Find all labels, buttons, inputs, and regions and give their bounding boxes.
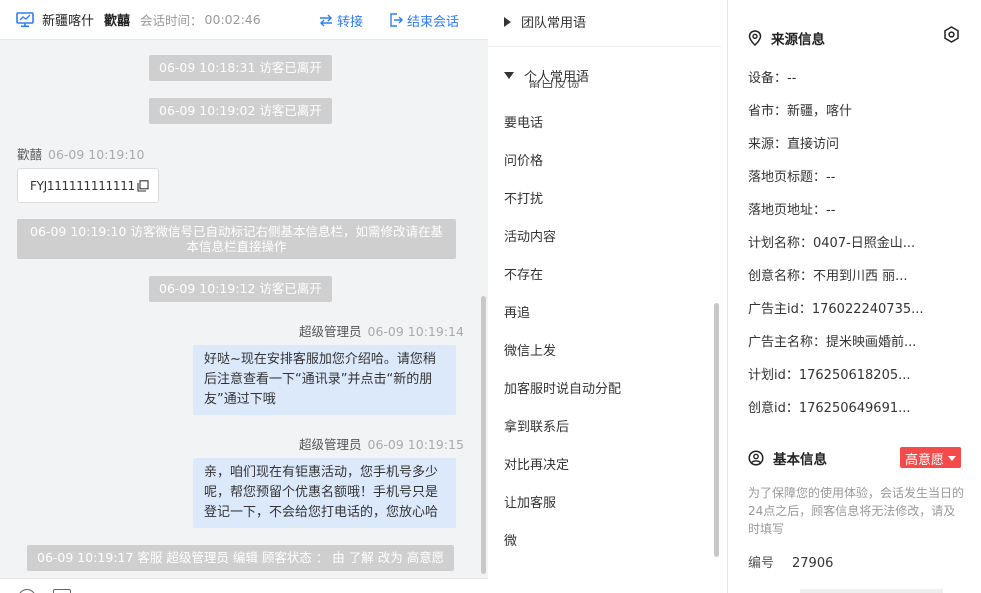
location-pin-icon <box>748 30 762 46</box>
phrase-item[interactable]: 再追 <box>504 302 530 321</box>
message-sender: 超级管理员 06-09 10:19:14 <box>299 321 464 340</box>
phrase-item[interactable]: 不存在 <box>504 264 543 283</box>
team-phrases-group[interactable]: 团队常用语 <box>504 12 586 31</box>
serial-value: 27906 <box>792 556 834 571</box>
group-label: 个人常用语 <box>524 70 590 85</box>
exit-icon <box>390 13 403 27</box>
phrase-item[interactable]: 问价格 <box>504 150 543 169</box>
monitor-icon <box>16 11 34 28</box>
intent-status-dropdown[interactable]: 高意愿 <box>900 447 962 468</box>
source-info-title: 来源信息 <box>748 28 825 48</box>
wechat-id-message[interactable]: FYJ111111111111 <box>17 168 159 203</box>
info-creative-id: 创意id：176250649691... <box>748 401 911 416</box>
quick-phrases-panel: 团队常用语 留白反馈 个人常用语 要电话 问价格 不打扰 活动内容 不存在 再追… <box>488 0 728 593</box>
phrase-item[interactable]: 微信上发 <box>504 340 556 359</box>
info-plan-id: 计划id：176250618205... <box>748 368 911 383</box>
chat-toolbar <box>0 578 488 593</box>
message-line: 呢，帮您预留个优惠名额哦！手机号只是 <box>204 485 439 500</box>
wechat-id-text: FYJ111111111111 <box>30 178 135 193</box>
emoji-icon[interactable] <box>18 589 36 593</box>
info-source: 来源：直接访问 <box>748 137 840 152</box>
sender-name: 歡囍 <box>17 147 43 162</box>
section-label: 基本信息 <box>773 452 827 468</box>
chat-panel: 新疆喀什 歡囍 会话时间： 00:02:46 转接 结束会话 06-09 10:… <box>0 0 488 593</box>
phrase-item[interactable]: 不打扰 <box>504 188 543 207</box>
end-session-button[interactable]: 结束会话 <box>389 0 459 40</box>
edit-deadline-note: 为了保障您的使用体验，会话发生当日的24点之后，顾客信息将无法修改，请及时填写 <box>748 486 965 536</box>
agent-message-bubble: 好哒~现在安排客服加您介绍哈。请您稍 后注意查看一下“通讯录”并点击“新的朋 友… <box>193 345 456 415</box>
copy-icon[interactable] <box>137 179 149 192</box>
phrase-item[interactable]: 让加客服 <box>504 492 556 511</box>
system-message: 06-09 10:18:31 访客已离开 <box>149 55 332 81</box>
info-plan-name: 计划名称：0407-日照金山... <box>748 236 916 251</box>
message-line: 亲，咱们现在有钜惠活动，您手机号多少 <box>204 465 439 480</box>
caret-down-icon <box>948 455 957 461</box>
message-line: 好哒~现在安排客服加您介绍哈。请您稍 <box>204 352 436 367</box>
end-session-label: 结束会话 <box>407 14 460 30</box>
chat-header: 新疆喀什 歡囍 会话时间： 00:02:46 转接 结束会话 <box>0 0 488 40</box>
personal-phrases-group[interactable]: 个人常用语 <box>504 66 589 85</box>
phrases-scrollbar[interactable] <box>714 303 719 557</box>
group-label: 团队常用语 <box>521 16 587 31</box>
phrase-item[interactable]: 拿到联系后 <box>504 416 569 435</box>
message-line: 登记一下，不会给您打电话的，您放心哈 <box>204 505 439 520</box>
intent-status-label: 高意愿 <box>905 452 945 468</box>
sender-name: 超级管理员 <box>299 324 362 339</box>
info-advertiser-name: 广告主名称：提米映画婚前... <box>748 335 917 350</box>
session-time: 00:02:46 <box>204 12 261 27</box>
system-message: 06-09 10:19:12 访客已离开 <box>149 276 332 302</box>
system-message: 06-09 10:19:02 访客已离开 <box>149 98 332 124</box>
info-province-city: 省市：新疆，喀什 <box>748 104 853 119</box>
message-sender: 超级管理员 06-09 10:19:15 <box>299 434 464 453</box>
basic-info-title: 基本信息 <box>748 448 827 468</box>
visitor-region: 新疆喀什 <box>42 14 95 29</box>
phrase-item[interactable]: 活动内容 <box>504 226 556 245</box>
system-message: 06-09 10:19:17 客服 超级管理员 编辑 顾客状态 ： 由 了解 改… <box>27 545 455 571</box>
transfer-button[interactable]: 转接 <box>319 0 363 40</box>
phrase-item[interactable]: 要电话 <box>504 112 543 131</box>
session-time-label: 会话时间： <box>140 13 203 28</box>
system-message: 06-09 10:19:10 访客微信号已自动标记右侧基本信息栏，如需修改请在基… <box>17 219 456 259</box>
caret-right-icon <box>504 16 511 27</box>
visitor-info-panel: 来源信息 设备：-- 省市：新疆，喀什 来源：直接访问 落地页标题：-- 落地页… <box>728 0 981 593</box>
phrase-item[interactable]: 对比再决定 <box>504 454 569 473</box>
info-advertiser-id: 广告主id：176022240735... <box>748 302 924 317</box>
message-time: 06-09 10:19:15 <box>367 437 464 452</box>
serial-label: 编号 <box>748 556 775 571</box>
next-field-input[interactable] <box>800 589 943 593</box>
message-line: 友”通过下哦 <box>204 392 276 407</box>
message-line: 后注意查看一下“通讯录”并点击“新的朋 <box>204 372 433 387</box>
sender-name: 超级管理员 <box>299 437 362 452</box>
message-sender: 歡囍 06-09 10:19:10 <box>17 144 144 163</box>
info-creative-name: 创意名称：不用到川西 丽... <box>748 269 908 284</box>
info-landing-url: 落地页地址：-- <box>748 203 836 218</box>
phrase-item[interactable]: 微 <box>504 530 517 549</box>
settings-icon[interactable] <box>943 26 960 43</box>
info-landing-title: 落地页标题：-- <box>748 170 836 185</box>
transfer-label: 转接 <box>337 14 364 30</box>
divider <box>488 46 721 47</box>
image-icon[interactable] <box>53 589 71 593</box>
phrase-item[interactable]: 加客服时说自动分配 <box>504 378 621 397</box>
agent-message-bubble: 亲，咱们现在有钜惠活动，您手机号多少 呢，帮您预留个优惠名额哦！手机号只是 登记… <box>193 458 456 528</box>
system-message-line: 06-09 10:19:10 访客微信号已自动标记右侧基本信息栏，如需修改请在基 <box>30 224 443 239</box>
info-device: 设备：-- <box>748 71 797 86</box>
agent-nick: 歡囍 <box>104 14 131 29</box>
message-time: 06-09 10:19:14 <box>367 324 464 339</box>
caret-down-icon <box>504 72 514 79</box>
section-label: 来源信息 <box>771 32 825 48</box>
transfer-icon <box>320 14 332 26</box>
chat-scrollbar[interactable] <box>481 296 486 574</box>
info-serial: 编号 27906 <box>748 552 833 571</box>
message-time: 06-09 10:19:10 <box>48 147 145 162</box>
system-message-line: 本信息栏直接操作 <box>186 239 287 254</box>
user-circle-icon <box>748 450 764 466</box>
